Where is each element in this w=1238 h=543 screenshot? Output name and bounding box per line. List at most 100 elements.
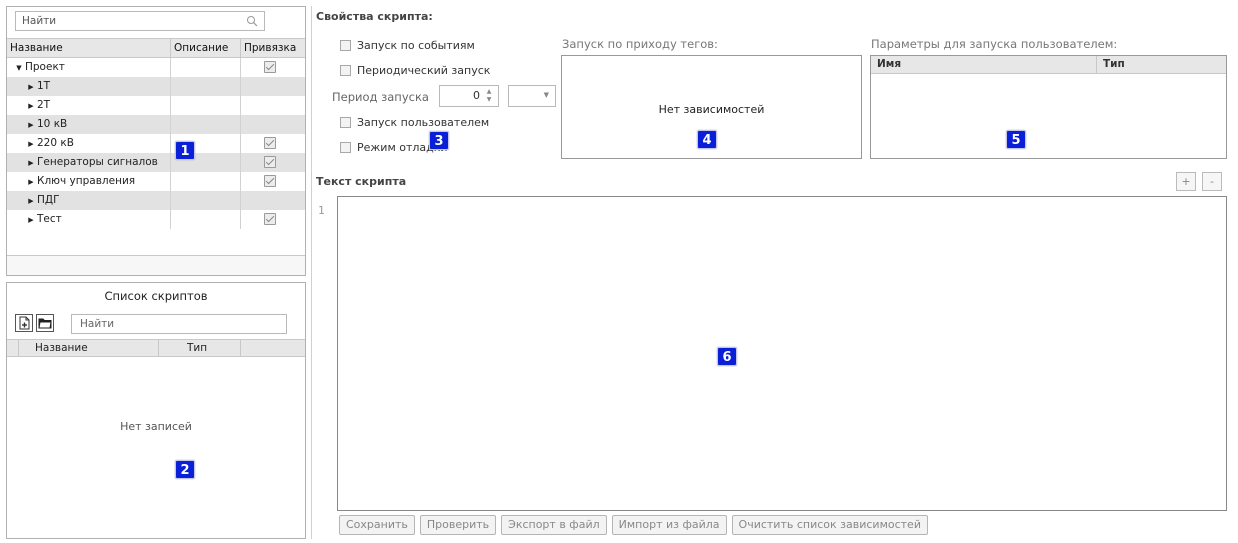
badge-3: 3 — [429, 131, 449, 150]
tree-row[interactable]: ▶ 2Т — [7, 96, 305, 115]
project-tree-panel: Название Описание Привязка ▼Проект▶1Т▶2Т… — [6, 6, 306, 276]
run-on-events-checkbox[interactable]: Запуск по событиям — [340, 37, 475, 53]
script-properties-title: Свойства скрипта: — [316, 10, 433, 23]
tree-row[interactable]: ▶ ПДГ — [7, 191, 305, 210]
clear-dependencies-button[interactable]: Очистить список зависимостей — [731, 515, 928, 535]
script-search-input[interactable] — [72, 315, 282, 333]
tree-cell-name[interactable]: ▶ Генераторы сигналов — [7, 153, 171, 172]
tree-row[interactable]: ▶ Ключ управления — [7, 172, 305, 191]
run-on-events-label: Запуск по событиям — [357, 38, 475, 52]
remove-param-button[interactable]: - — [1202, 172, 1222, 191]
checkbox-box[interactable] — [340, 39, 351, 51]
right-panel: Свойства скрипта: Запуск по событиям Пер… — [311, 6, 1233, 539]
line-number: 1 — [318, 204, 325, 217]
tree-cell-description — [171, 96, 241, 115]
check-button[interactable]: Проверить — [419, 515, 497, 535]
tree-cell-name[interactable]: ▶ 2Т — [7, 96, 171, 115]
tree-cell-binding — [241, 96, 305, 115]
collapsed-arrow-icon[interactable]: ▶ — [25, 154, 37, 172]
column-header-name[interactable]: Название — [7, 39, 171, 57]
script-list-panel: Список скриптов Название — [6, 282, 306, 539]
expanded-arrow-icon[interactable]: ▼ — [13, 59, 25, 77]
no-records-text: Нет записей — [120, 420, 192, 433]
badge-6: 6 — [717, 347, 737, 366]
user-run-checkbox[interactable]: Запуск пользователем — [340, 114, 489, 130]
user-params-table[interactable]: Имя Тип 5 — [870, 55, 1227, 159]
tree-cell-binding — [241, 210, 305, 229]
collapsed-arrow-icon[interactable]: ▶ — [25, 135, 37, 153]
tree-row[interactable]: ▶ 220 кВ — [7, 134, 305, 153]
tree-row[interactable]: ▶ Генераторы сигналов — [7, 153, 305, 172]
checkbox-box[interactable] — [340, 64, 351, 76]
open-folder-button[interactable] — [36, 314, 54, 332]
period-unit-select[interactable]: ▼ — [508, 85, 556, 107]
tree-cell-description — [171, 115, 241, 134]
tree-cell-binding — [241, 115, 305, 134]
tree-cell-name[interactable]: ▶ 10 кВ — [7, 115, 171, 134]
column-header-binding[interactable]: Привязка — [241, 39, 305, 57]
tree-cell-name[interactable]: ▶ Тест — [7, 210, 171, 229]
tree-item-label: Генераторы сигналов — [37, 156, 158, 168]
checkbox-box[interactable] — [340, 141, 351, 153]
chevron-down-icon: ▼ — [543, 91, 549, 99]
collapsed-arrow-icon[interactable]: ▶ — [25, 97, 37, 115]
dependencies-list[interactable]: Нет зависимостей 4 — [561, 55, 862, 159]
collapsed-arrow-icon[interactable]: ▶ — [25, 192, 37, 210]
script-search-field[interactable] — [71, 314, 287, 334]
binding-checkbox[interactable] — [264, 213, 276, 225]
tree-search-field[interactable] — [15, 11, 265, 31]
tree-item-label: 10 кВ — [37, 118, 68, 130]
tree-cell-name[interactable]: ▶ 220 кВ — [7, 134, 171, 153]
tree-cell-description — [171, 191, 241, 210]
checkbox-box[interactable] — [340, 116, 351, 128]
tree-cell-name[interactable]: ▶ ПДГ — [7, 191, 171, 210]
tree-item-label: 1Т — [37, 80, 51, 92]
tree-cell-binding — [241, 191, 305, 210]
tree-cell-description — [171, 58, 241, 77]
tree-cell-name[interactable]: ▶ 1Т — [7, 77, 171, 96]
tree-item-label: Тест — [37, 213, 62, 225]
tree-row[interactable]: ▶ 1Т — [7, 77, 305, 96]
spinner-arrows-icon[interactable]: ▲ ▼ — [484, 88, 494, 104]
column-header-script-type[interactable]: Тип — [159, 340, 241, 356]
new-script-button[interactable] — [15, 314, 33, 332]
import-file-button[interactable]: Импорт из файла — [611, 515, 727, 535]
add-param-button[interactable]: + — [1176, 172, 1196, 191]
export-file-button[interactable]: Экспорт в файл — [501, 515, 607, 535]
user-run-label: Запуск пользователем — [357, 115, 490, 129]
collapsed-arrow-icon[interactable]: ▶ — [25, 211, 37, 229]
tree-cell-description — [171, 172, 241, 191]
column-header-description[interactable]: Описание — [171, 39, 241, 57]
tree-rows: ▼ Проект ▶ 1Т ▶ 2Т ▶ 10 кВ ▶ 220 кВ ▶ Генераторы си… — [7, 58, 305, 229]
binding-checkbox[interactable] — [264, 156, 276, 168]
binding-checkbox[interactable] — [264, 61, 276, 73]
period-value: 0 — [473, 89, 480, 102]
tree-cell-binding — [241, 77, 305, 96]
collapsed-arrow-icon[interactable]: ▶ — [25, 78, 37, 96]
binding-checkbox[interactable] — [264, 137, 276, 149]
tree-cell-binding — [241, 153, 305, 172]
collapsed-arrow-icon[interactable]: ▶ — [25, 116, 37, 134]
script-list-title: Список скриптов — [104, 289, 208, 303]
tree-cell-binding — [241, 134, 305, 153]
period-spinner[interactable]: 0 ▲ ▼ — [439, 85, 499, 107]
search-icon[interactable] — [246, 15, 258, 27]
script-editor[interactable]: 6 — [337, 196, 1227, 511]
folder-icon — [38, 318, 52, 329]
column-header-param-name[interactable]: Имя — [871, 56, 1097, 73]
tree-row[interactable]: ▼ Проект — [7, 58, 305, 77]
new-file-icon — [19, 316, 30, 330]
periodic-run-checkbox[interactable]: Периодический запуск — [340, 62, 490, 78]
column-header-script-name[interactable]: Название — [19, 340, 159, 356]
tree-cell-name[interactable]: ▼ Проект — [7, 58, 171, 77]
tree-row[interactable]: ▶ 10 кВ — [7, 115, 305, 134]
tree-search-input[interactable] — [16, 12, 236, 30]
save-button[interactable]: Сохранить — [339, 515, 415, 535]
binding-checkbox[interactable] — [264, 175, 276, 187]
tree-cell-binding — [241, 172, 305, 191]
no-dependencies-text: Нет зависимостей — [658, 103, 765, 116]
tree-row[interactable]: ▶ Тест — [7, 210, 305, 229]
tree-cell-name[interactable]: ▶ Ключ управления — [7, 172, 171, 191]
collapsed-arrow-icon[interactable]: ▶ — [25, 173, 37, 191]
column-header-param-type[interactable]: Тип — [1097, 56, 1226, 73]
